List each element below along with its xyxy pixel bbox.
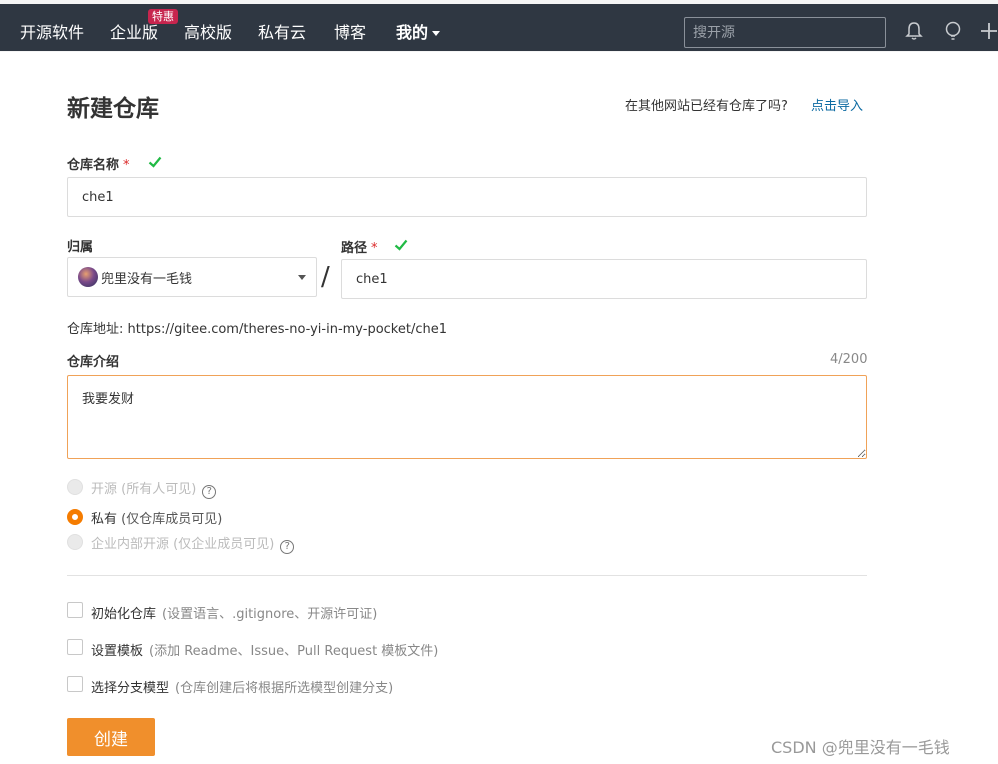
chevron-down-icon xyxy=(432,31,441,36)
divider xyxy=(67,575,867,576)
repo-name-input[interactable] xyxy=(67,177,867,217)
checkbox-label-text: 选择分支模型 xyxy=(91,681,170,696)
import-link[interactable]: 点击导入 xyxy=(811,95,863,114)
repo-name-label-text: 仓库名称 xyxy=(67,158,120,173)
radio-button[interactable] xyxy=(67,509,83,525)
radio-label-text: 开源 xyxy=(91,482,118,497)
create-button[interactable]: 创建 xyxy=(67,718,155,756)
checkbox[interactable] xyxy=(67,676,83,692)
nav-item-private-cloud[interactable]: 私有云 xyxy=(258,19,306,43)
bell-icon[interactable] xyxy=(903,20,925,42)
radio-hint: (仅企业成员可见) xyxy=(173,537,275,552)
description-label: 仓库介绍 xyxy=(67,355,120,370)
help-icon[interactable]: ? xyxy=(202,485,217,499)
radio-hint: (所有人可见) xyxy=(121,482,197,497)
top-navbar-inner: 开源软件 企业版 特惠 高校版 私有云 博客 我的 xyxy=(0,4,998,51)
checkbox-hint: (仓库创建后将根据所选模型创建分支) xyxy=(175,681,394,696)
radio-hint: (仅仓库成员可见) xyxy=(121,512,223,527)
radio-label-text: 企业内部开源 xyxy=(91,537,170,552)
path-label: 路径 * xyxy=(341,237,378,256)
avatar xyxy=(78,267,98,287)
radio-button xyxy=(67,534,83,550)
lightbulb-icon[interactable] xyxy=(942,20,964,42)
radio-button xyxy=(67,479,83,495)
owner-select[interactable]: 兜里没有一毛钱 xyxy=(67,257,317,297)
path-input[interactable] xyxy=(341,259,867,299)
nav-item-university[interactable]: 高校版 xyxy=(184,19,232,43)
repo-name-label: 仓库名称 * xyxy=(67,154,130,173)
import-prompt: 在其他网站已经有仓库了吗? xyxy=(625,99,788,114)
required-mark: * xyxy=(123,158,130,173)
promo-badge: 特惠 xyxy=(148,9,178,24)
owner-label: 归属 xyxy=(67,240,94,255)
nav-item-blog[interactable]: 博客 xyxy=(334,19,366,43)
checkbox[interactable] xyxy=(67,639,83,655)
checkbox-label-text: 初始化仓库 xyxy=(91,607,157,622)
nav-item-open-source[interactable]: 开源软件 xyxy=(20,19,84,43)
owner-name: 兜里没有一毛钱 xyxy=(101,272,193,287)
description-counter: 4/200 xyxy=(830,352,868,367)
path-label-text: 路径 xyxy=(341,241,368,256)
help-icon[interactable]: ? xyxy=(280,540,295,554)
radio-label: 开源 (所有人可见)? xyxy=(91,478,217,499)
checkbox-label: 设置模板 (添加 Readme、Issue、Pull Request 模板文件) xyxy=(91,640,438,659)
radio-label: 私有 (仅仓库成员可见) xyxy=(91,508,222,527)
nav-item-mine[interactable]: 我的 xyxy=(396,19,441,43)
check-icon xyxy=(148,156,162,168)
checkbox-label: 初始化仓库 (设置语言、.gitignore、开源许可证) xyxy=(91,603,377,622)
radio-label: 企业内部开源 (仅企业成员可见)? xyxy=(91,533,295,554)
repo-url: 仓库地址: https://gitee.com/theres-no-yi-in-… xyxy=(67,322,448,337)
description-textarea[interactable]: 我要发财 xyxy=(67,375,867,459)
plus-icon[interactable] xyxy=(978,20,998,42)
watermark: CSDN @兜里没有一毛钱 xyxy=(771,738,950,757)
required-mark: * xyxy=(371,241,378,256)
check-icon xyxy=(394,239,408,251)
checkbox[interactable] xyxy=(67,602,83,618)
radio-label-text: 私有 xyxy=(91,512,118,527)
nav-item-mine-label: 我的 xyxy=(396,23,429,42)
checkbox-hint: (设置语言、.gitignore、开源许可证) xyxy=(162,607,378,622)
search-input[interactable] xyxy=(684,17,886,48)
checkbox-hint: (添加 Readme、Issue、Pull Request 模板文件) xyxy=(149,644,439,659)
path-separator: / xyxy=(321,262,330,292)
chevron-down-icon xyxy=(298,275,306,280)
checkbox-label-text: 设置模板 xyxy=(91,644,144,659)
top-navbar: 开源软件 企业版 特惠 高校版 私有云 博客 我的 xyxy=(0,0,998,52)
page-title: 新建仓库 xyxy=(67,96,159,122)
checkbox-label: 选择分支模型 (仓库创建后将根据所选模型创建分支) xyxy=(91,677,393,696)
